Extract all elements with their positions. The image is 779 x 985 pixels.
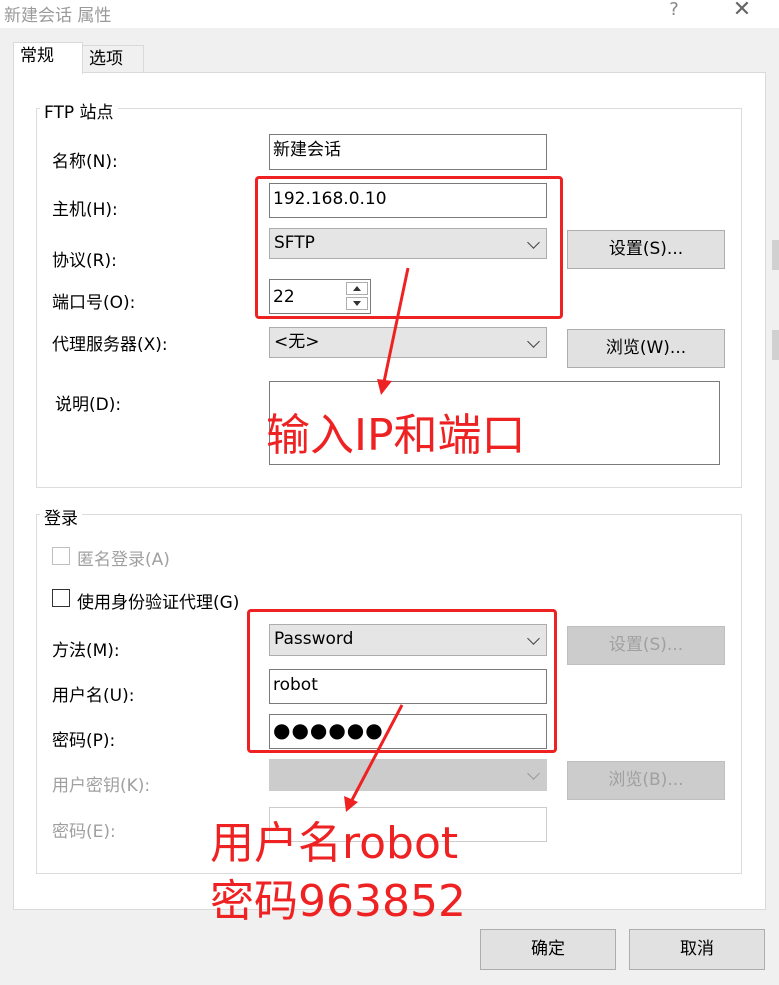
annotation-username-text: 用户名robot: [210, 818, 459, 869]
annotation-arrow-ip-head: [377, 379, 392, 395]
annotation-arrow-ip-line: [382, 267, 410, 383]
annotation-password-text: 密码963852: [210, 876, 466, 927]
annotation-arrow-cred-line: [350, 704, 404, 801]
tab-general[interactable]: 常规: [13, 42, 83, 74]
annotation-arrow-cred-head: [344, 796, 358, 812]
annotation-ip-port-text: 输入IP和端口: [266, 410, 526, 461]
